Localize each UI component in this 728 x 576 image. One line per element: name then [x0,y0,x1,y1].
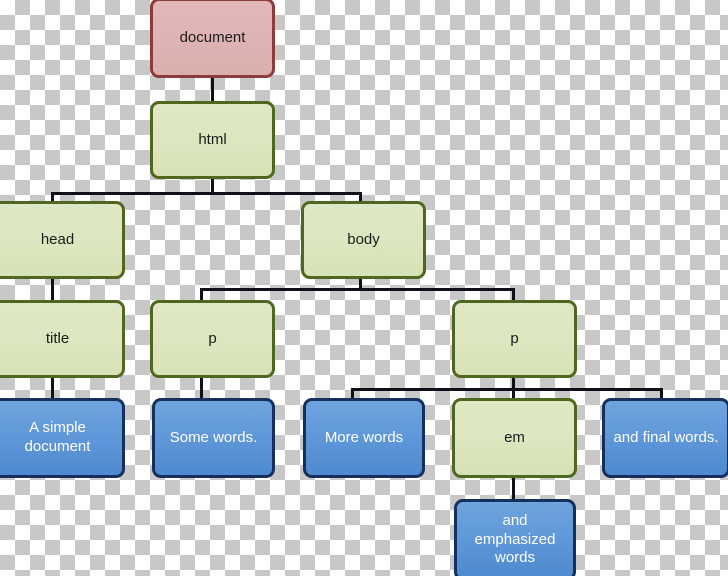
node-document-label: document [179,28,246,46]
node-text-and-final-words[interactable]: and final words. [602,398,728,478]
node-text-some-words-label: Some words. [169,428,258,446]
node-head-label: head [40,230,75,248]
node-em-label: em [504,428,525,446]
node-text-some-words[interactable]: Some words. [152,398,275,478]
node-body[interactable]: body [301,201,426,279]
node-p-first[interactable]: p [150,300,275,378]
node-p-second[interactable]: p [452,300,577,378]
node-head[interactable]: head [0,201,125,279]
node-text-and-emphasized-words[interactable]: and emphasized words [454,499,576,576]
node-html[interactable]: html [150,101,275,179]
node-text-a-simple-document-label: A simple document [24,419,91,455]
node-text-a-simple-document[interactable]: A simple document [0,398,125,478]
edge-head-title [51,276,54,302]
node-em[interactable]: em [452,398,577,478]
node-text-more-words[interactable]: More words [303,398,425,478]
node-title[interactable]: title [0,300,125,378]
node-p-first-label: p [208,329,217,347]
edge-p2-bar [351,388,663,391]
edge-html-bar [51,192,362,195]
node-html-label: html [198,130,227,148]
node-text-and-final-words-label: and final words. [613,428,719,446]
node-text-more-words-label: More words [324,428,404,446]
node-p-second-label: p [510,329,519,347]
node-text-and-emphasized-words-label: and emphasized words [474,511,556,567]
dom-tree-diagram: document html head body title p p A simp… [0,0,728,576]
edge-body-bar [200,288,515,291]
node-body-label: body [347,230,380,248]
node-title-label: title [45,329,70,347]
node-document[interactable]: document [150,0,275,78]
